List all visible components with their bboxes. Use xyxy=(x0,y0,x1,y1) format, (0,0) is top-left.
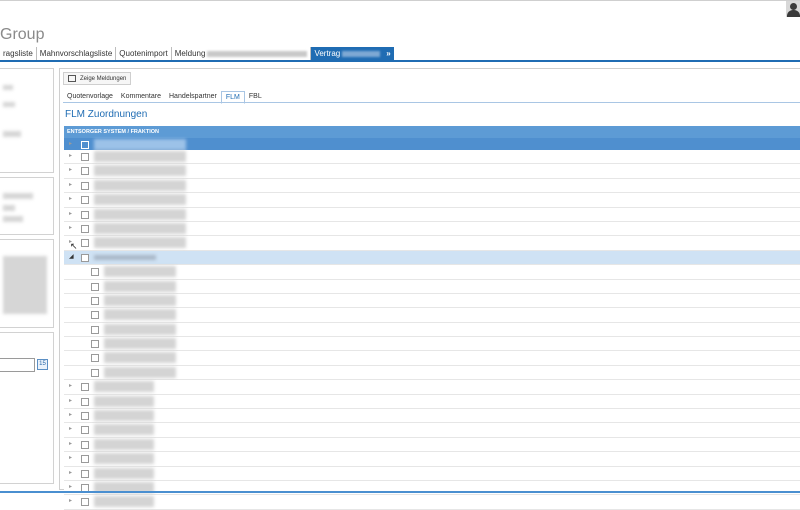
tab-meldung[interactable]: Meldung xyxy=(171,47,312,60)
table-row[interactable]: ▸ xyxy=(64,466,800,481)
table-row[interactable]: ▸ xyxy=(64,480,800,496)
tab-quotenimport[interactable]: Quotenimport xyxy=(116,47,172,60)
row-checkbox[interactable] xyxy=(81,455,89,464)
mouse-cursor-icon: ↖ xyxy=(70,241,78,251)
table-row[interactable]: ▸ xyxy=(64,495,800,510)
row-checkbox[interactable] xyxy=(81,153,89,161)
redacted-text xyxy=(207,50,308,57)
redacted-text xyxy=(342,50,381,57)
tab-auftragsliste[interactable]: ragsliste xyxy=(0,47,37,60)
expand-arrow-icon[interactable]: ▸ xyxy=(69,224,72,231)
row-checkbox[interactable] xyxy=(91,354,99,363)
monitor-icon xyxy=(68,75,76,82)
row-checkbox[interactable] xyxy=(81,181,89,190)
tab-vertrag[interactable]: Vertrag» xyxy=(311,47,394,60)
flm-tree-grid: ENTSORGER SYSTEM / FRAKTION ▸ ▸ ▸ ▸ ▸ ▸ … xyxy=(64,126,800,510)
close-tab-icon[interactable]: » xyxy=(386,49,390,58)
row-checkbox[interactable] xyxy=(81,426,89,435)
table-child-row[interactable] xyxy=(64,265,800,280)
left-panel-card-2 xyxy=(0,177,54,235)
expand-arrow-icon[interactable]: ▸ xyxy=(69,382,72,389)
row-checkbox[interactable] xyxy=(81,196,89,205)
expand-arrow-icon[interactable]: ▸ xyxy=(69,483,72,490)
row-checkbox[interactable] xyxy=(91,368,99,377)
top-border xyxy=(0,0,800,1)
expand-arrow-icon[interactable]: ▸ xyxy=(69,397,72,404)
table-child-row[interactable] xyxy=(64,293,800,309)
collapse-arrow-icon[interactable]: ◢ xyxy=(69,253,74,260)
table-child-row[interactable] xyxy=(64,351,800,366)
row-checkbox[interactable] xyxy=(91,311,99,320)
left-panel-card-4 xyxy=(0,332,54,484)
row-checkbox[interactable] xyxy=(81,224,89,233)
row-checkbox[interactable] xyxy=(81,440,89,449)
expand-arrow-icon[interactable]: ▸ xyxy=(69,195,72,202)
table-row[interactable]: ▸ xyxy=(64,423,800,438)
table-row[interactable]: ▸ xyxy=(64,221,800,237)
calendar-icon[interactable]: 15 xyxy=(37,359,48,370)
user-avatar-icon[interactable] xyxy=(786,1,800,17)
date-input[interactable] xyxy=(0,358,35,372)
show-messages-button[interactable]: Zeige Meldungen xyxy=(63,72,132,85)
table-child-row[interactable] xyxy=(64,322,800,338)
expand-arrow-icon[interactable]: ▸ xyxy=(69,411,72,418)
table-row[interactable]: ▸ xyxy=(64,409,800,424)
section-title: FLM Zuordnungen xyxy=(65,109,148,120)
row-checkbox[interactable] xyxy=(81,167,89,176)
table-row[interactable]: ▸ xyxy=(64,207,800,222)
tab-mahnvorschlagsliste[interactable]: Mahnvorschlagsliste xyxy=(36,47,117,60)
table-child-row[interactable] xyxy=(64,279,800,294)
table-row[interactable]: ▸ xyxy=(64,193,800,208)
expand-arrow-icon[interactable]: ▸ xyxy=(69,469,72,476)
app-title: Group xyxy=(0,26,45,43)
row-checkbox[interactable] xyxy=(81,253,89,262)
expand-arrow-icon[interactable]: ▸ xyxy=(69,440,72,447)
row-checkbox[interactable] xyxy=(81,210,89,219)
table-row[interactable]: ▸ xyxy=(64,150,800,165)
expand-arrow-icon[interactable]: ▸ xyxy=(69,166,72,173)
row-checkbox[interactable] xyxy=(91,325,99,334)
left-panel-card-3 xyxy=(0,239,54,328)
table-row[interactable]: ▸ xyxy=(64,394,800,410)
expand-arrow-icon[interactable]: ▸ xyxy=(69,152,72,159)
table-row[interactable]: ▸ xyxy=(64,236,800,251)
table-child-row[interactable] xyxy=(64,308,800,323)
row-checkbox[interactable] xyxy=(91,268,99,277)
table-child-row[interactable] xyxy=(64,365,800,381)
row-checkbox[interactable] xyxy=(81,412,89,421)
row-checkbox[interactable] xyxy=(91,282,99,291)
grid-column-header[interactable]: ENTSORGER SYSTEM / FRAKTION xyxy=(64,126,800,138)
table-row[interactable]: ▸ xyxy=(64,380,800,395)
tab-underline xyxy=(0,60,800,62)
expand-arrow-icon[interactable]: ▸ xyxy=(69,210,72,217)
expand-arrow-icon[interactable]: ▸ xyxy=(69,497,72,504)
subtab-underline xyxy=(63,102,800,103)
expand-arrow-icon[interactable]: ▸ xyxy=(69,425,72,432)
row-checkbox[interactable] xyxy=(81,469,89,478)
row-checkbox[interactable] xyxy=(91,296,99,305)
row-checkbox[interactable] xyxy=(91,340,99,349)
row-checkbox[interactable] xyxy=(81,397,89,406)
table-child-row[interactable] xyxy=(64,337,800,352)
left-panel-card-1 xyxy=(0,68,54,173)
row-checkbox[interactable] xyxy=(81,383,89,392)
bottom-border xyxy=(0,491,800,493)
main-panel: Zeige Meldungen Quotenvorlage Kommentare… xyxy=(59,68,800,510)
expand-arrow-icon[interactable]: ▸ xyxy=(69,181,72,188)
table-row[interactable]: ▸ xyxy=(64,178,800,194)
select-all-checkbox[interactable] xyxy=(81,141,89,149)
row-checkbox[interactable] xyxy=(81,239,89,248)
grid-group-row[interactable]: ▸ xyxy=(64,138,800,150)
table-row[interactable]: ▸ xyxy=(64,437,800,453)
table-row[interactable]: ▸ xyxy=(64,164,800,179)
table-row[interactable]: ▸ xyxy=(64,452,800,467)
table-row-selected[interactable]: ◢ xyxy=(64,250,800,266)
document-tab-bar: ragsliste Mahnvorschlagsliste Quotenimpo… xyxy=(0,47,394,60)
expand-arrow-icon[interactable]: ▸ xyxy=(69,454,72,461)
